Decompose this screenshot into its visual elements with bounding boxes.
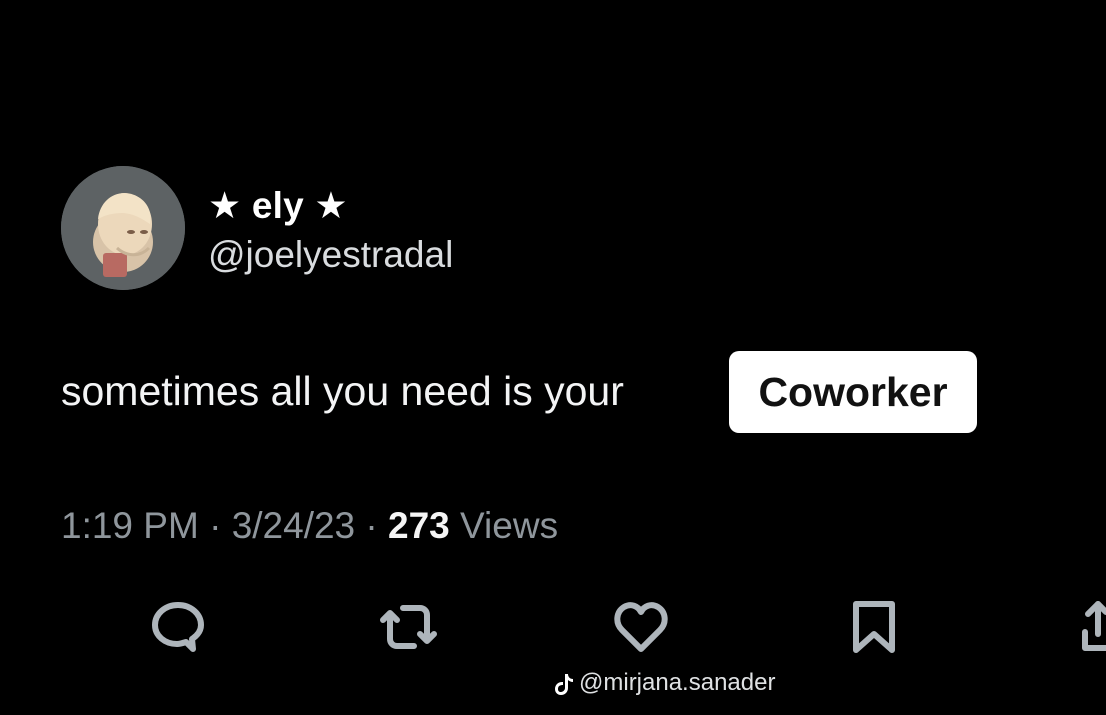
avatar-image: [61, 166, 185, 290]
tweet-metadata: 1:19 PM · 3/24/23 · 273 Views: [61, 504, 558, 548]
bookmark-icon: [853, 601, 895, 653]
retweet-button[interactable]: [378, 596, 440, 658]
display-name[interactable]: ★ ely ★: [208, 184, 348, 228]
tiktok-watermark: @mirjana.sanader: [555, 668, 775, 698]
user-handle[interactable]: @joelyestradal: [208, 233, 453, 277]
tweet-time[interactable]: 1:19 PM: [61, 505, 199, 546]
retweet-icon: [380, 605, 437, 649]
like-button[interactable]: [610, 596, 672, 658]
tweet-date[interactable]: 3/24/23: [232, 505, 355, 546]
reply-button[interactable]: [147, 596, 209, 658]
views-count: 273: [388, 505, 450, 546]
tweet-text: sometimes all you need is your: [61, 368, 624, 414]
views-label: Views: [460, 505, 559, 546]
share-button[interactable]: [1080, 596, 1106, 658]
share-icon: [1082, 601, 1106, 651]
avatar[interactable]: [61, 166, 185, 290]
separator: ·: [209, 505, 222, 546]
speech-bubble-icon: [152, 602, 204, 652]
watermark-text: @mirjana.sanader: [579, 669, 776, 696]
separator: ·: [365, 505, 378, 546]
heart-icon: [614, 602, 668, 652]
bookmark-button[interactable]: [843, 596, 905, 658]
highlighted-word-badge: Coworker: [729, 351, 977, 433]
tiktok-icon: [555, 673, 573, 695]
